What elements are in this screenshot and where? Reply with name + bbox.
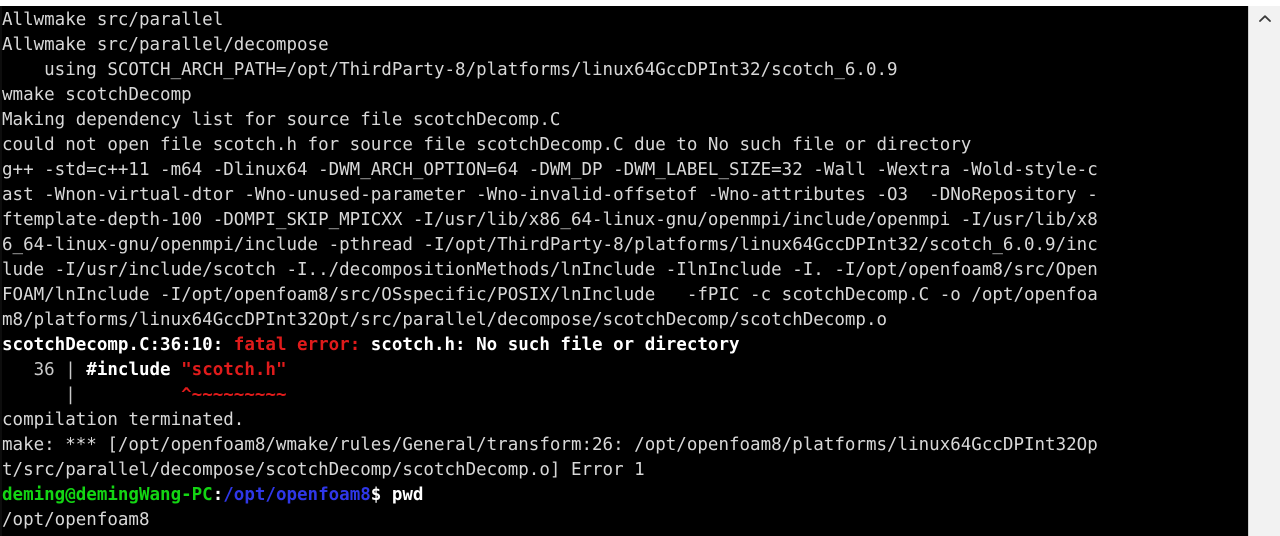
terminal-text-segment: m8/platforms/linux64GccDPInt32Opt/src/pa… <box>2 310 888 330</box>
terminal-text-segment: deming@demingWang-PC <box>2 485 213 505</box>
terminal-screen[interactable]: Allwmake src/parallel Allwmake src/parall… <box>0 6 1248 536</box>
terminal-text-segment: wmake scotchDecomp <box>2 85 192 105</box>
terminal-line: 36 | #include "scotch.h" <box>2 358 1248 383</box>
terminal-text-segment: t/src/parallel/decompose/scotchDecomp/sc… <box>2 460 645 480</box>
terminal-text-segment: Allwmake src/parallel/decompose <box>2 35 329 55</box>
scrollbar-up-button[interactable] <box>1249 6 1280 32</box>
terminal-line: make: *** [/opt/openfoam8/wmake/rules/Ge… <box>2 433 1248 458</box>
terminal-text-segment: 36 | <box>2 360 87 380</box>
terminal-text-segment: "scotch.h" <box>181 360 287 380</box>
terminal-text-segment: 6_64-linux-gnu/openmpi/include -pthread … <box>2 235 1098 255</box>
terminal-line: compilation terminated. <box>2 408 1248 433</box>
terminal-line: lude -I/usr/include/scotch -I../decompos… <box>2 258 1248 283</box>
terminal-text-segment: FOAM/lnInclude -I/opt/openfoam8/src/OSsp… <box>2 285 1098 305</box>
terminal-line: Allwmake src/parallel/decompose <box>2 33 1248 58</box>
terminal-line: 6_64-linux-gnu/openmpi/include -pthread … <box>2 233 1248 258</box>
terminal-text-segment: Allwmake src/parallel <box>2 10 224 30</box>
terminal-output: Allwmake src/parallel Allwmake src/parall… <box>2 8 1248 533</box>
terminal-text-segment: $ pwd <box>370 485 424 505</box>
terminal-line: Making dependency list for source file s… <box>2 108 1248 133</box>
terminal-text-segment: scotch.h: No such file or directory <box>370 335 740 355</box>
terminal-line: | ^~~~~~~~~~ <box>2 383 1248 408</box>
terminal-line: FOAM/lnInclude -I/opt/openfoam8/src/OSsp… <box>2 283 1248 308</box>
terminal-line: using SCOTCH_ARCH_PATH=/opt/ThirdParty-8… <box>2 58 1248 83</box>
terminal-line: deming@demingWang-PC:/opt/openfoam8$ pwd <box>2 483 1248 508</box>
terminal-line: wmake scotchDecomp <box>2 83 1248 108</box>
terminal-text-segment: /opt/openfoam8 <box>2 510 150 530</box>
terminal-line: could not open file scotch.h for source … <box>2 133 1248 158</box>
terminal-text-segment: lude -I/usr/include/scotch -I../decompos… <box>2 260 1098 280</box>
terminal-text-segment: : <box>212 485 224 505</box>
terminal-text-segment: ftemplate-depth-100 -DOMPI_SKIP_MPICXX -… <box>2 210 1098 230</box>
terminal-text-segment: make: *** [/opt/openfoam8/wmake/rules/Ge… <box>2 435 1098 455</box>
terminal-line: t/src/parallel/decompose/scotchDecomp/sc… <box>2 458 1248 483</box>
terminal-text-segment: could not open file scotch.h for source … <box>2 135 972 155</box>
terminal-text-segment: scotchDecomp.C:36:10: <box>2 335 234 355</box>
terminal-text-segment: using SCOTCH_ARCH_PATH=/opt/ThirdParty-8… <box>2 60 898 80</box>
terminal-text-segment: fatal error: <box>233 335 371 355</box>
terminal-line: g++ -std=c++11 -m64 -Dlinux64 -DWM_ARCH_… <box>2 158 1248 183</box>
terminal-text-segment: ^~~~~~~~~~ <box>86 385 287 405</box>
terminal-text-segment: Making dependency list for source file s… <box>2 110 561 130</box>
terminal-text-segment: compilation terminated. <box>2 410 245 430</box>
terminal-line: m8/platforms/linux64GccDPInt32Opt/src/pa… <box>2 308 1248 333</box>
scrollbar-track[interactable] <box>1249 32 1280 536</box>
chevron-up-icon <box>1257 13 1273 25</box>
terminal-text-segment: /opt/openfoam8 <box>223 485 371 505</box>
terminal-line: Allwmake src/parallel <box>2 8 1248 33</box>
terminal-text-segment: ast -Wnon-virtual-dtor -Wno-unused-param… <box>2 185 1098 205</box>
vertical-scrollbar[interactable] <box>1248 6 1280 536</box>
terminal-text-segment: | <box>2 385 87 405</box>
terminal-line: scotchDecomp.C:36:10: fatal error: scotc… <box>2 333 1248 358</box>
terminal-text-segment: #include <box>86 360 182 380</box>
terminal-line: ast -Wnon-virtual-dtor -Wno-unused-param… <box>2 183 1248 208</box>
terminal-text-segment: g++ -std=c++11 -m64 -Dlinux64 -DWM_ARCH_… <box>2 160 1098 180</box>
terminal-line: ftemplate-depth-100 -DOMPI_SKIP_MPICXX -… <box>2 208 1248 233</box>
terminal-window: Allwmake src/parallel Allwmake src/parall… <box>0 0 1280 536</box>
terminal-line: /opt/openfoam8 <box>2 508 1248 533</box>
